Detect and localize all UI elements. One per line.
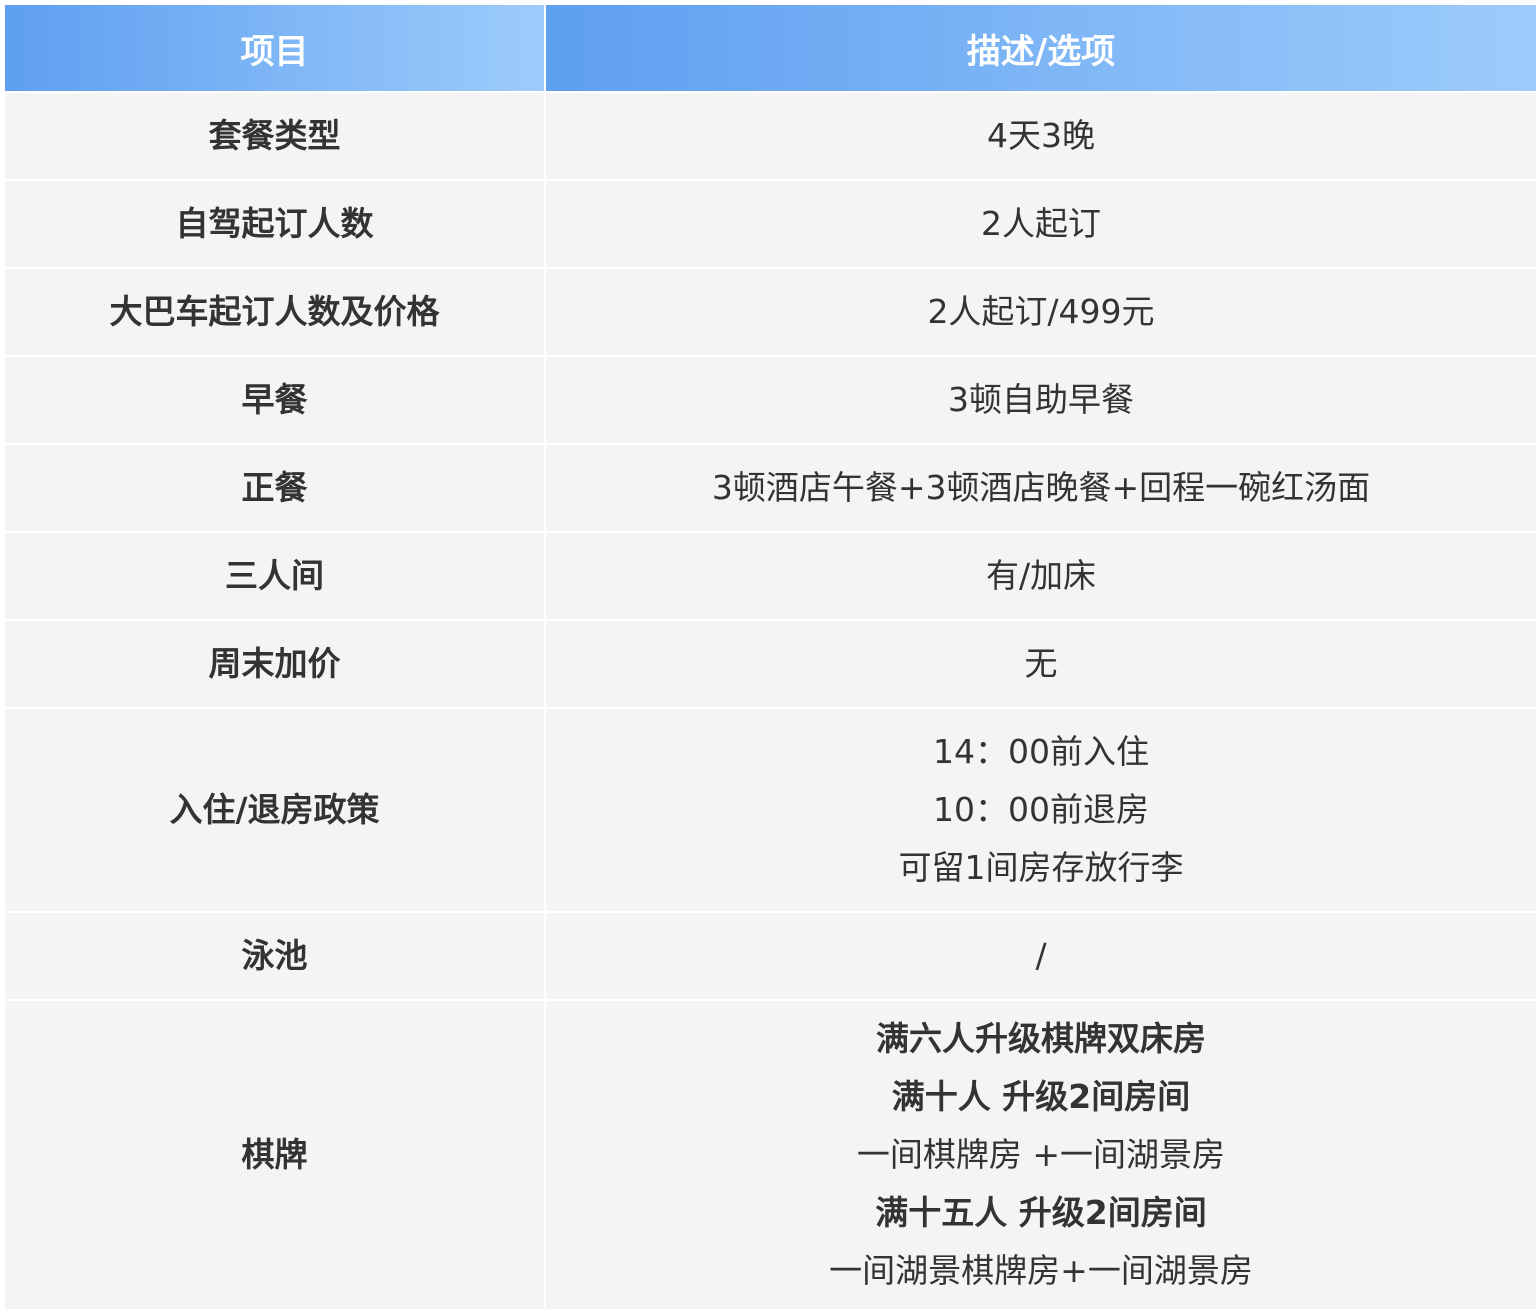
value-line: 可留1间房存放行李 [898, 848, 1184, 887]
row-item-label: 周末加价 [5, 619, 546, 707]
header-description: 描述/选项 [546, 5, 1536, 91]
row-item-label: 早餐 [5, 355, 546, 443]
value-line: 2人起订/499元 [927, 292, 1155, 331]
table-header-row: 项目 描述/选项 [5, 5, 1536, 91]
row-value: 2人起订 [546, 179, 1536, 267]
row-value: 4天3晚 [546, 91, 1536, 179]
row-item-label: 泳池 [5, 911, 546, 999]
row-item-label: 自驾起订人数 [5, 179, 546, 267]
value-line: 满十五人 升级2间房间 [875, 1193, 1207, 1232]
value-line: 满十人 升级2间房间 [891, 1077, 1191, 1116]
row-item-label: 棋牌 [5, 999, 546, 1309]
value-line: 4天3晚 [987, 116, 1095, 155]
table-row: 棋牌 满六人升级棋牌双床房 满十人 升级2间房间 一间棋牌房 +一间湖景房 满十… [5, 999, 1536, 1309]
row-item-label: 大巴车起订人数及价格 [5, 267, 546, 355]
value-line: 满六人升级棋牌双床房 [876, 1019, 1206, 1058]
row-value: 2人起订/499元 [546, 267, 1536, 355]
table-row: 三人间 有/加床 [5, 531, 1536, 619]
table-row: 大巴车起订人数及价格 2人起订/499元 [5, 267, 1536, 355]
value-line: 2人起订 [981, 204, 1101, 243]
table-row: 自驾起订人数 2人起订 [5, 179, 1536, 267]
row-item-label: 三人间 [5, 531, 546, 619]
row-value: 3顿自助早餐 [546, 355, 1536, 443]
row-value: 无 [546, 619, 1536, 707]
header-item: 项目 [5, 5, 546, 91]
value-line: 一间棋牌房 +一间湖景房 [856, 1135, 1226, 1174]
table-row: 入住/退房政策 14：00前入住 10：00前退房 可留1间房存放行李 [5, 707, 1536, 911]
table-row: 正餐 3顿酒店午餐+3顿酒店晚餐+回程一碗红汤面 [5, 443, 1536, 531]
table-row: 泳池 / [5, 911, 1536, 999]
value-line: 10：00前退房 [933, 790, 1149, 829]
table-row: 套餐类型 4天3晚 [5, 91, 1536, 179]
row-item-label: 套餐类型 [5, 91, 546, 179]
table-row: 早餐 3顿自助早餐 [5, 355, 1536, 443]
row-item-label: 正餐 [5, 443, 546, 531]
row-value: / [546, 911, 1536, 999]
package-table-container: 项目 描述/选项 套餐类型 4天3晚 自驾起订人数 2人起订 大巴车起订人数及价… [5, 5, 1536, 1309]
table-row: 周末加价 无 [5, 619, 1536, 707]
row-item-label: 入住/退房政策 [5, 707, 546, 911]
package-table: 项目 描述/选项 套餐类型 4天3晚 自驾起订人数 2人起订 大巴车起订人数及价… [5, 5, 1536, 1309]
value-line: 有/加床 [985, 556, 1097, 595]
value-line: / [1035, 936, 1047, 975]
row-value: 3顿酒店午餐+3顿酒店晚餐+回程一碗红汤面 [546, 443, 1536, 531]
value-line: 无 [1024, 644, 1058, 683]
row-value: 14：00前入住 10：00前退房 可留1间房存放行李 [546, 707, 1536, 911]
row-value: 有/加床 [546, 531, 1536, 619]
value-line: 3顿酒店午餐+3顿酒店晚餐+回程一碗红汤面 [711, 468, 1371, 507]
value-line: 14：00前入住 [933, 732, 1149, 771]
value-line: 3顿自助早餐 [948, 380, 1134, 419]
value-line: 一间湖景棋牌房+一间湖景房 [829, 1251, 1253, 1290]
row-value: 满六人升级棋牌双床房 满十人 升级2间房间 一间棋牌房 +一间湖景房 满十五人 … [546, 999, 1536, 1309]
